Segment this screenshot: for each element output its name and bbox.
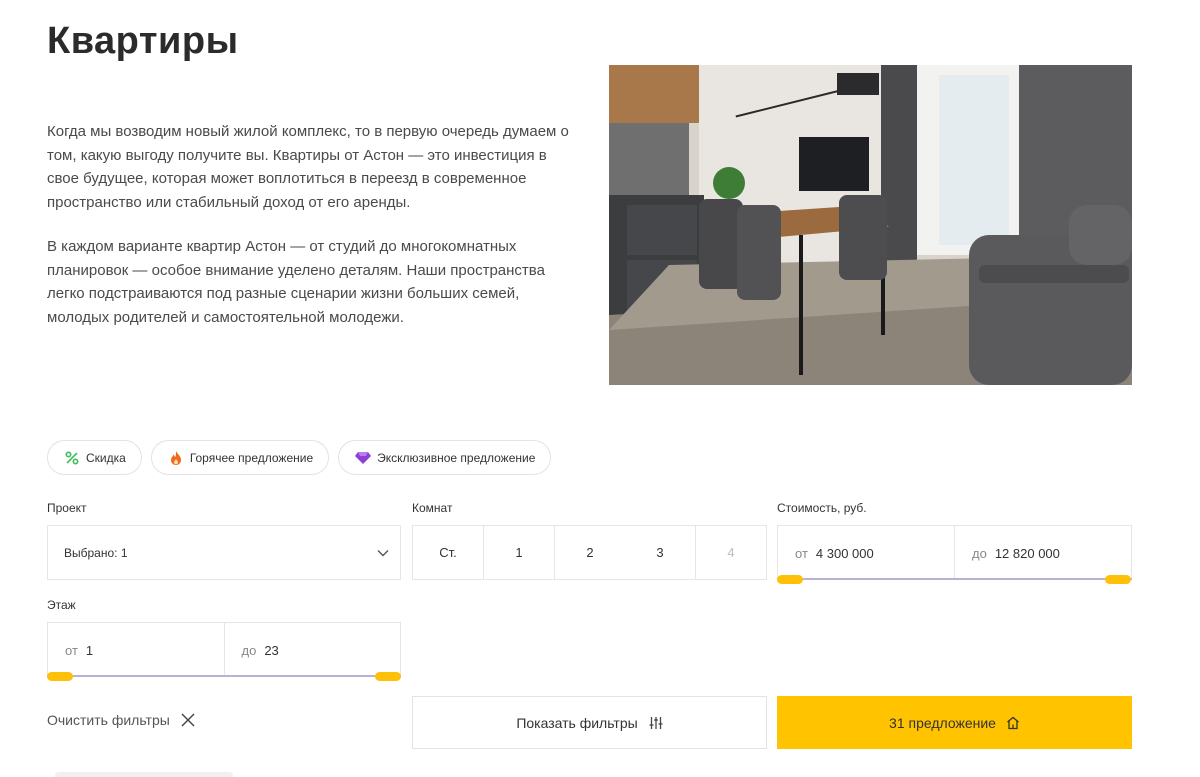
- intro-paragraph-2: В каждом варианте квартир Астон — от сту…: [47, 238, 545, 326]
- clear-filters-label: Очистить фильтры: [47, 712, 170, 728]
- project-select-value: Выбрано: 1: [64, 545, 128, 560]
- floor-slider-min-handle[interactable]: [47, 672, 73, 681]
- price-to-field[interactable]: до 12 820 000: [955, 525, 1132, 580]
- clear-filters-button[interactable]: Очистить фильтры: [47, 712, 195, 728]
- price-to-prefix: до: [972, 545, 987, 561]
- tag-discount[interactable]: Скидка: [47, 440, 142, 475]
- intro-text: Когда мы возводим новый жилой комплекс, …: [47, 120, 577, 329]
- price-slider-min-handle[interactable]: [777, 575, 803, 584]
- floor-from-value: 1: [85, 642, 94, 658]
- price-from-value: 4 300 000: [815, 545, 874, 561]
- intro-paragraph-1: Когда мы возводим новый жилой комплекс, …: [47, 123, 569, 211]
- room-option-studio[interactable]: Ст.: [413, 526, 484, 579]
- floor-to-prefix: до: [241, 642, 257, 658]
- rooms-selector: Ст. 1 2 3 4: [412, 525, 767, 580]
- flame-icon: [168, 450, 184, 466]
- offer-tags: Скидка Горячее предложение Эксклюзивное …: [47, 440, 552, 475]
- sliders-icon: [649, 716, 663, 730]
- room-option-3[interactable]: 3: [625, 526, 696, 579]
- page-title: Квартиры: [47, 20, 239, 62]
- price-label: Стоимость, руб.: [777, 501, 867, 515]
- floor-range: от 1 до 23: [47, 622, 401, 677]
- floor-slider-max-handle[interactable]: [375, 672, 401, 681]
- room-option-4[interactable]: 4: [696, 526, 766, 579]
- floor-from-field[interactable]: от 1: [47, 622, 225, 677]
- price-from-prefix: от: [795, 545, 808, 561]
- diamond-icon: [355, 450, 372, 466]
- tag-label: Горячее предложение: [189, 450, 314, 465]
- chevron-down-icon: [376, 546, 390, 563]
- apartment-photo: [609, 65, 1132, 385]
- price-to-value: 12 820 000: [994, 545, 1060, 561]
- tag-exclusive-offer[interactable]: Эксклюзивное предложение: [338, 440, 552, 475]
- price-from-field[interactable]: от 4 300 000: [777, 525, 955, 580]
- show-offers-button[interactable]: 31 предложение: [777, 696, 1132, 749]
- home-icon: [1006, 716, 1020, 730]
- offers-count-label: 31 предложение: [889, 714, 996, 731]
- rooms-label: Комнат: [412, 501, 453, 515]
- floor-to-value: 23: [264, 642, 279, 658]
- tag-hot-offer[interactable]: Горячее предложение: [150, 440, 330, 475]
- floor-label: Этаж: [47, 598, 76, 612]
- floor-to-field[interactable]: до 23: [224, 622, 401, 677]
- next-section-hint: [55, 772, 233, 777]
- room-option-1[interactable]: 1: [484, 526, 555, 579]
- floor-slider-track[interactable]: [47, 675, 401, 677]
- price-range: от 4 300 000 до 12 820 000: [777, 525, 1132, 580]
- project-select[interactable]: Выбрано: 1: [47, 525, 401, 580]
- tag-label: Скидка: [86, 450, 126, 465]
- tag-label: Эксклюзивное предложение: [377, 450, 536, 465]
- floor-from-prefix: от: [65, 642, 78, 658]
- price-slider-max-handle[interactable]: [1105, 575, 1131, 584]
- show-filters-button[interactable]: Показать фильтры: [412, 696, 767, 749]
- show-filters-label: Показать фильтры: [516, 714, 638, 731]
- close-icon: [181, 713, 195, 727]
- percent-icon: [64, 450, 80, 466]
- price-slider-track[interactable]: [777, 578, 1132, 580]
- project-label: Проект: [47, 501, 87, 515]
- room-option-2[interactable]: 2: [555, 526, 625, 579]
